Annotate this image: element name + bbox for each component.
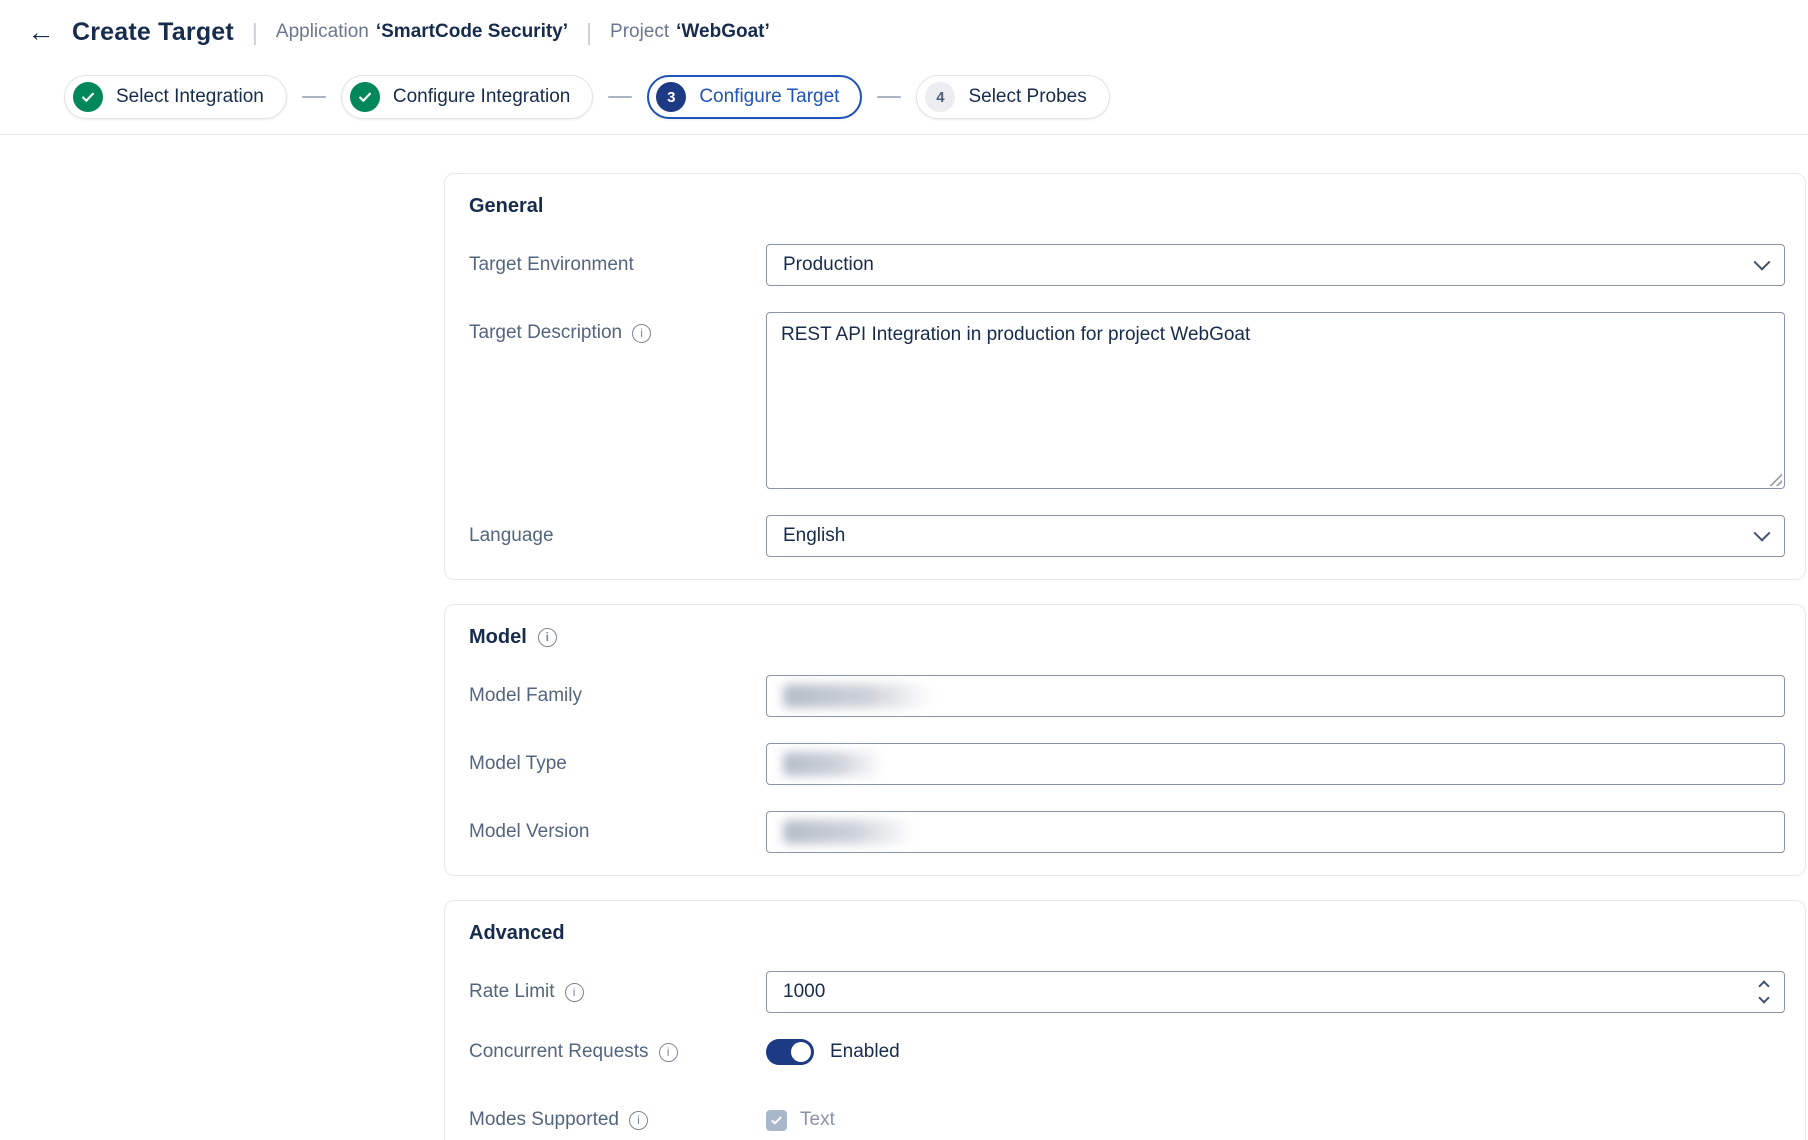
number-stepper[interactable] <box>1760 982 1768 1002</box>
model-family-row: Model Family <box>469 675 1785 717</box>
info-icon[interactable]: i <box>629 1111 648 1130</box>
modes-supported-row: Modes Supported i Text <box>469 1107 1785 1133</box>
check-circle-icon <box>350 82 380 112</box>
step-select-probes[interactable]: 4 Select Probes <box>916 75 1109 119</box>
step-number-badge: 3 <box>656 82 686 112</box>
concurrent-requests-toggle[interactable] <box>766 1039 814 1065</box>
model-type-row: Model Type <box>469 743 1785 785</box>
model-family-input[interactable] <box>766 675 1785 717</box>
mode-text-checkbox[interactable] <box>766 1110 787 1131</box>
info-icon[interactable]: i <box>565 983 584 1002</box>
concurrent-requests-control: Enabled <box>766 1039 1785 1065</box>
step-label: Configure Integration <box>393 86 570 108</box>
breadcrumb-project-label: Project <box>610 21 669 43</box>
header-divider <box>0 134 1808 135</box>
step-select-integration[interactable]: Select Integration <box>64 75 287 119</box>
modes-supported-options: Text <box>766 1107 1785 1133</box>
step-label: Select Probes <box>968 86 1086 108</box>
back-arrow-icon[interactable]: ← <box>22 13 60 51</box>
step-connector <box>302 96 326 98</box>
breadcrumb-app-name: ‘SmartCode Security’ <box>376 21 568 43</box>
target-description-field-wrap: REST API Integration in production for p… <box>766 312 1785 489</box>
advanced-section-title: Advanced <box>469 921 1785 945</box>
chevron-down-icon <box>1754 254 1771 271</box>
rate-limit-row: Rate Limit i <box>469 971 1785 1013</box>
rate-limit-label: Rate Limit i <box>469 981 766 1003</box>
concurrent-requests-status: Enabled <box>830 1041 900 1063</box>
breadcrumb-project-name: ‘WebGoat’ <box>676 21 770 43</box>
language-value: English <box>783 525 845 547</box>
mode-text-label: Text <box>800 1109 835 1131</box>
model-type-input[interactable] <box>766 743 1785 785</box>
rate-limit-input[interactable] <box>783 981 1760 1003</box>
target-environment-value: Production <box>783 254 874 276</box>
model-version-input[interactable] <box>766 811 1785 853</box>
chevron-down-icon <box>1754 525 1771 542</box>
redacted-value <box>783 684 933 708</box>
target-description-textarea[interactable]: REST API Integration in production for p… <box>766 312 1785 489</box>
toggle-knob <box>791 1042 811 1062</box>
model-version-label: Model Version <box>469 821 766 843</box>
step-label: Configure Target <box>699 86 839 108</box>
model-type-label: Model Type <box>469 753 766 775</box>
step-configure-integration[interactable]: Configure Integration <box>341 75 593 119</box>
language-row: Language English <box>469 515 1785 557</box>
general-section-title: General <box>469 194 1785 218</box>
general-section: General Target Environment Production Ta… <box>444 173 1806 580</box>
step-label: Select Integration <box>116 86 264 108</box>
modes-supported-label: Modes Supported i <box>469 1109 766 1131</box>
step-number-badge: 4 <box>925 82 955 112</box>
language-label: Language <box>469 525 766 547</box>
target-environment-row: Target Environment Production <box>469 244 1785 286</box>
breadcrumb-divider: | <box>586 19 592 46</box>
redacted-value <box>783 820 913 844</box>
redacted-value <box>783 752 883 776</box>
breadcrumb-app-label: Application <box>276 21 369 43</box>
info-icon[interactable]: i <box>659 1043 678 1062</box>
chevron-down-icon <box>1758 992 1769 1003</box>
target-description-row: Target Description i REST API Integratio… <box>469 312 1785 489</box>
target-environment-select[interactable]: Production <box>766 244 1785 286</box>
info-icon[interactable]: i <box>632 324 651 343</box>
advanced-section: Advanced Rate Limit i Concurrent Request… <box>444 900 1806 1140</box>
model-section-title: Model i <box>469 625 1785 649</box>
step-connector <box>608 96 632 98</box>
concurrent-requests-row: Concurrent Requests i Enabled <box>469 1039 1785 1065</box>
wizard-stepper: Select Integration Configure Integration… <box>0 60 1808 134</box>
target-description-label: Target Description i <box>469 312 766 344</box>
model-family-label: Model Family <box>469 685 766 707</box>
check-circle-icon <box>73 82 103 112</box>
page-title: Create Target <box>72 18 234 47</box>
rate-limit-input-wrap <box>766 971 1785 1013</box>
step-connector <box>877 96 901 98</box>
step-configure-target[interactable]: 3 Configure Target <box>647 75 862 119</box>
chevron-up-icon <box>1758 980 1769 991</box>
target-environment-label: Target Environment <box>469 254 766 276</box>
page-header: ← Create Target | Application ‘SmartCode… <box>0 4 1808 135</box>
breadcrumb-divider: | <box>252 19 258 46</box>
header-top-row: ← Create Target | Application ‘SmartCode… <box>0 4 1808 60</box>
info-icon[interactable]: i <box>538 628 557 647</box>
language-select[interactable]: English <box>766 515 1785 557</box>
model-version-row: Model Version <box>469 811 1785 853</box>
model-section: Model i Model Family Model Type Model Ve… <box>444 604 1806 876</box>
create-target-form: General Target Environment Production Ta… <box>444 173 1806 1140</box>
concurrent-requests-label: Concurrent Requests i <box>469 1041 766 1063</box>
